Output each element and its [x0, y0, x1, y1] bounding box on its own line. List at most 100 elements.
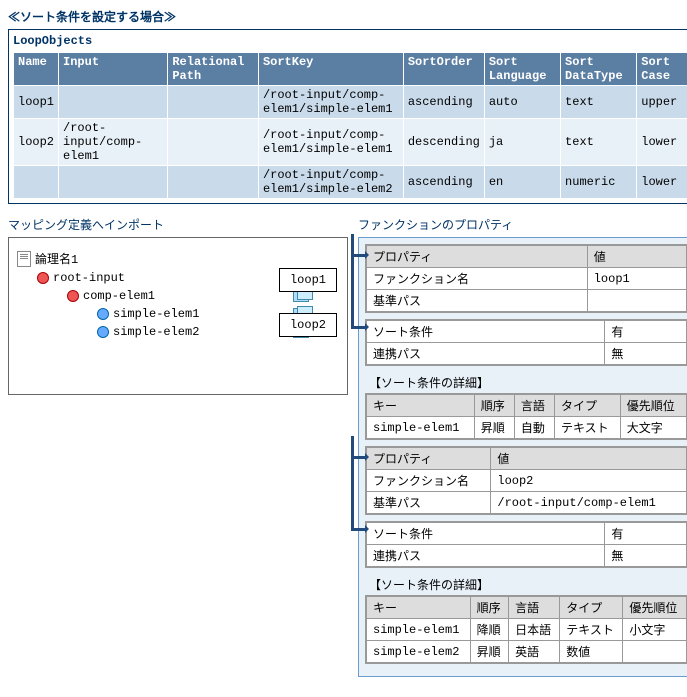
document-icon	[17, 251, 31, 267]
function-prop-panel: プロパティ値 ファンクション名loop1 基準パス ソート条件有 連携パス無 【…	[358, 237, 687, 677]
prop-table-loop2: プロパティ値 ファンクション名loop2 基準パス/root-input/com…	[365, 446, 687, 515]
lbl-sortcond: ソート条件	[367, 321, 605, 343]
cell: descending	[403, 119, 484, 166]
hdr: キー	[367, 597, 471, 619]
cell: ascending	[403, 86, 484, 119]
table-row: loop2/root-input/comp-elem1/root-input/c…	[14, 119, 687, 166]
cell: lower	[637, 119, 687, 166]
detail-label-2: 【ソート条件の詳細】	[365, 574, 687, 595]
cell	[14, 166, 59, 199]
val-sortcond: 有	[605, 321, 687, 343]
table-row: /root-input/comp-elem1/simple-elem2ascen…	[14, 166, 687, 199]
cell: 降順	[470, 619, 509, 641]
lbl-sortcond: ソート条件	[367, 523, 605, 545]
cell: /root-input/comp-elem1/simple-elem1	[258, 119, 403, 166]
loop2-node[interactable]: loop2	[279, 313, 337, 337]
loop-objects-table: Name Input Relational Path SortKey SortO…	[13, 52, 687, 199]
hdr: タイプ	[555, 395, 621, 417]
hdr: キー	[367, 395, 475, 417]
cell: simple-elem2	[367, 641, 471, 663]
val-basepath	[587, 290, 686, 312]
cell: en	[484, 166, 560, 199]
cell	[623, 641, 687, 663]
cell: simple-elem1	[367, 417, 475, 439]
lbl-linkpath: 連携パス	[367, 545, 605, 567]
val-linkpath: 無	[605, 343, 687, 365]
page-title: ≪ソート条件を設定する場合≫	[8, 8, 687, 25]
lbl-fname: ファンクション名	[367, 470, 491, 492]
cell	[168, 119, 259, 166]
cell: auto	[484, 86, 560, 119]
cell: text	[561, 86, 637, 119]
element-icon	[67, 290, 79, 302]
col-order: SortOrder	[403, 53, 484, 86]
cell: /root-input/comp-elem1/simple-elem2	[258, 166, 403, 199]
col-key: SortKey	[258, 53, 403, 86]
cell: loop2	[14, 119, 59, 166]
cell: 小文字	[623, 619, 687, 641]
simple-element-icon	[97, 326, 109, 338]
hdr-val: 値	[587, 246, 686, 268]
lbl-basepath: 基準パス	[367, 492, 491, 514]
tree-l3b-label: simple-elem2	[113, 325, 199, 339]
cell: ascending	[403, 166, 484, 199]
detail-table-loop1: キー順序言語タイプ優先順位simple-elem1昇順自動テキスト大文字	[365, 393, 687, 440]
hdr: 順序	[470, 597, 509, 619]
cell: lower	[637, 166, 687, 199]
tree-panel: 論理名1 root-input comp-elem1 simple-elem1 …	[8, 237, 348, 395]
col-input: Input	[59, 53, 168, 86]
tree-l1-label: root-input	[53, 271, 125, 285]
cell: /root-input/comp-elem1/simple-elem1	[258, 86, 403, 119]
cell: loop1	[14, 86, 59, 119]
loop1-node[interactable]: loop1	[279, 268, 337, 292]
cell	[168, 166, 259, 199]
col-name: Name	[14, 53, 59, 86]
table-row: loop1/root-input/comp-elem1/simple-elem1…	[14, 86, 687, 119]
hdr-prop: プロパティ	[367, 246, 588, 268]
detail-label-1: 【ソート条件の詳細】	[365, 372, 687, 393]
table-row: simple-elem2昇順英語数値	[367, 641, 687, 663]
col-case: Sort Case	[637, 53, 687, 86]
col-path: Relational Path	[168, 53, 259, 86]
table-row: simple-elem1昇順自動テキスト大文字	[367, 417, 687, 439]
lbl-linkpath: 連携パス	[367, 343, 605, 365]
cell: simple-elem1	[367, 619, 471, 641]
mapping-title: マッピング定義へインポート	[8, 216, 348, 233]
hdr: 優先順位	[620, 395, 686, 417]
tree-root-label: 論理名1	[35, 250, 78, 267]
cell: 昇順	[474, 417, 514, 439]
cell: text	[561, 119, 637, 166]
hdr: 言語	[509, 597, 560, 619]
loop-objects-panel: LoopObjects Name Input Relational Path S…	[8, 29, 687, 204]
val-linkpath: 無	[605, 545, 687, 567]
cell	[59, 86, 168, 119]
col-lang: Sort Language	[484, 53, 560, 86]
val-sortcond: 有	[605, 523, 687, 545]
tree-root[interactable]: 論理名1	[17, 250, 339, 267]
cell: 数値	[560, 641, 623, 663]
hdr: 順序	[474, 395, 514, 417]
cell	[168, 86, 259, 119]
hdr: 優先順位	[623, 597, 687, 619]
val-fname: loop2	[491, 470, 687, 492]
val-fname: loop1	[587, 268, 686, 290]
cell: 昇順	[470, 641, 509, 663]
col-dtype: Sort DataType	[561, 53, 637, 86]
cell: 日本語	[509, 619, 560, 641]
tree-l3a-label: simple-elem1	[113, 307, 199, 321]
val-basepath: /root-input/comp-elem1	[491, 492, 687, 514]
cell: 大文字	[620, 417, 686, 439]
detail-table-loop2: キー順序言語タイプ優先順位simple-elem1降順日本語テキスト小文字sim…	[365, 595, 687, 664]
loop-objects-title: LoopObjects	[13, 34, 687, 48]
cell: 英語	[509, 641, 560, 663]
hdr-val: 値	[491, 448, 687, 470]
element-icon	[37, 272, 49, 284]
hdr: タイプ	[560, 597, 623, 619]
cell: ja	[484, 119, 560, 166]
function-prop-title: ファンクションのプロパティ	[358, 216, 687, 233]
cell: 自動	[514, 417, 554, 439]
lbl-basepath: 基準パス	[367, 290, 588, 312]
tree-l2-label: comp-elem1	[83, 289, 155, 303]
cell: テキスト	[555, 417, 621, 439]
prop-table-loop1: プロパティ値 ファンクション名loop1 基準パス	[365, 244, 687, 313]
